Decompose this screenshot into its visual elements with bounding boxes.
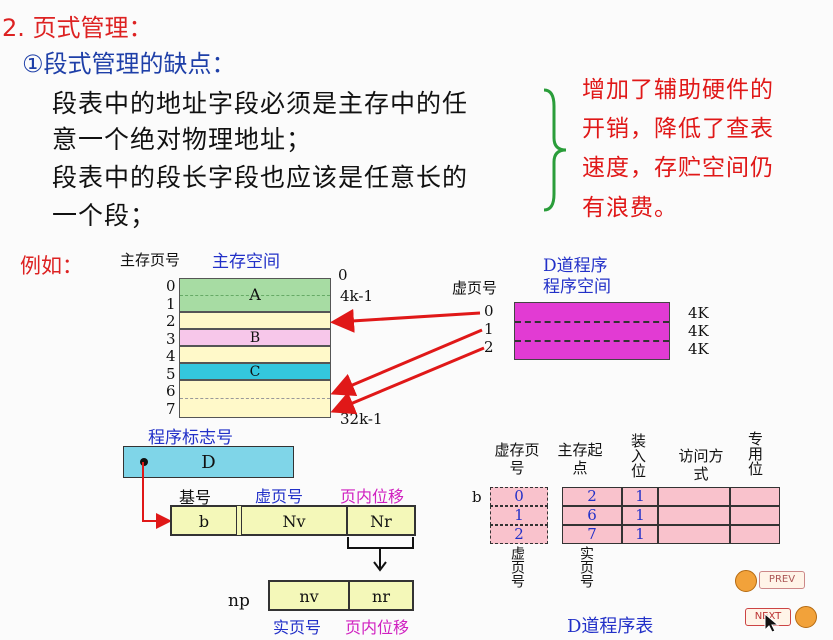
table-header-start: 主存起点 — [557, 441, 603, 477]
next-egg-icon — [795, 606, 817, 628]
cell-vpage: 1 — [490, 506, 548, 525]
next-button[interactable]: NEXT — [745, 604, 827, 634]
table-row: 0 2 1 — [490, 487, 780, 506]
real-page: nv — [269, 581, 349, 610]
table-bottom-real-label: 实页号 — [578, 546, 594, 588]
copy-arrow — [347, 537, 414, 572]
cell-access — [658, 487, 730, 506]
cell-start: 6 — [562, 506, 622, 525]
table-header-special: 专用位 — [746, 431, 764, 476]
real-offset: nr — [349, 581, 413, 610]
table-row: 1 6 1 — [490, 506, 780, 525]
cell-special — [730, 487, 780, 506]
cell-vpage: 0 — [490, 487, 548, 506]
cell-loaded: 1 — [622, 506, 658, 525]
cell-loaded: 1 — [622, 525, 658, 544]
table-caption: D道程序表 — [567, 616, 654, 637]
prev-button[interactable]: PREV — [735, 566, 805, 594]
real-offset-label: 页内位移 — [345, 618, 410, 637]
mouse-cursor-icon — [764, 612, 780, 633]
cell-access — [658, 525, 730, 544]
cell-special — [730, 506, 780, 525]
table-header-access: 访问方式 — [678, 447, 724, 483]
table-row: 2 7 1 — [490, 525, 780, 544]
prev-egg-icon — [735, 570, 757, 592]
real-address: nv nr — [268, 580, 414, 611]
cell-start: 2 — [562, 487, 622, 506]
page-table: 0 2 1 1 6 1 2 7 1 — [490, 487, 780, 544]
real-np-label: np — [228, 591, 250, 611]
prev-label: PREV — [759, 571, 805, 589]
table-header-loaded: 装入位 — [629, 433, 647, 478]
cell-access — [658, 506, 730, 525]
table-header-vpage: 虚存页号 — [494, 441, 540, 477]
cell-loaded: 1 — [622, 487, 658, 506]
cell-vpage: 2 — [490, 525, 548, 544]
cell-start: 7 — [562, 525, 622, 544]
table-bottom-vpage-label: 虚页号 — [509, 546, 525, 588]
cell-special — [730, 525, 780, 544]
table-b-label: b — [472, 488, 482, 506]
real-page-label: 实页号 — [273, 618, 322, 637]
